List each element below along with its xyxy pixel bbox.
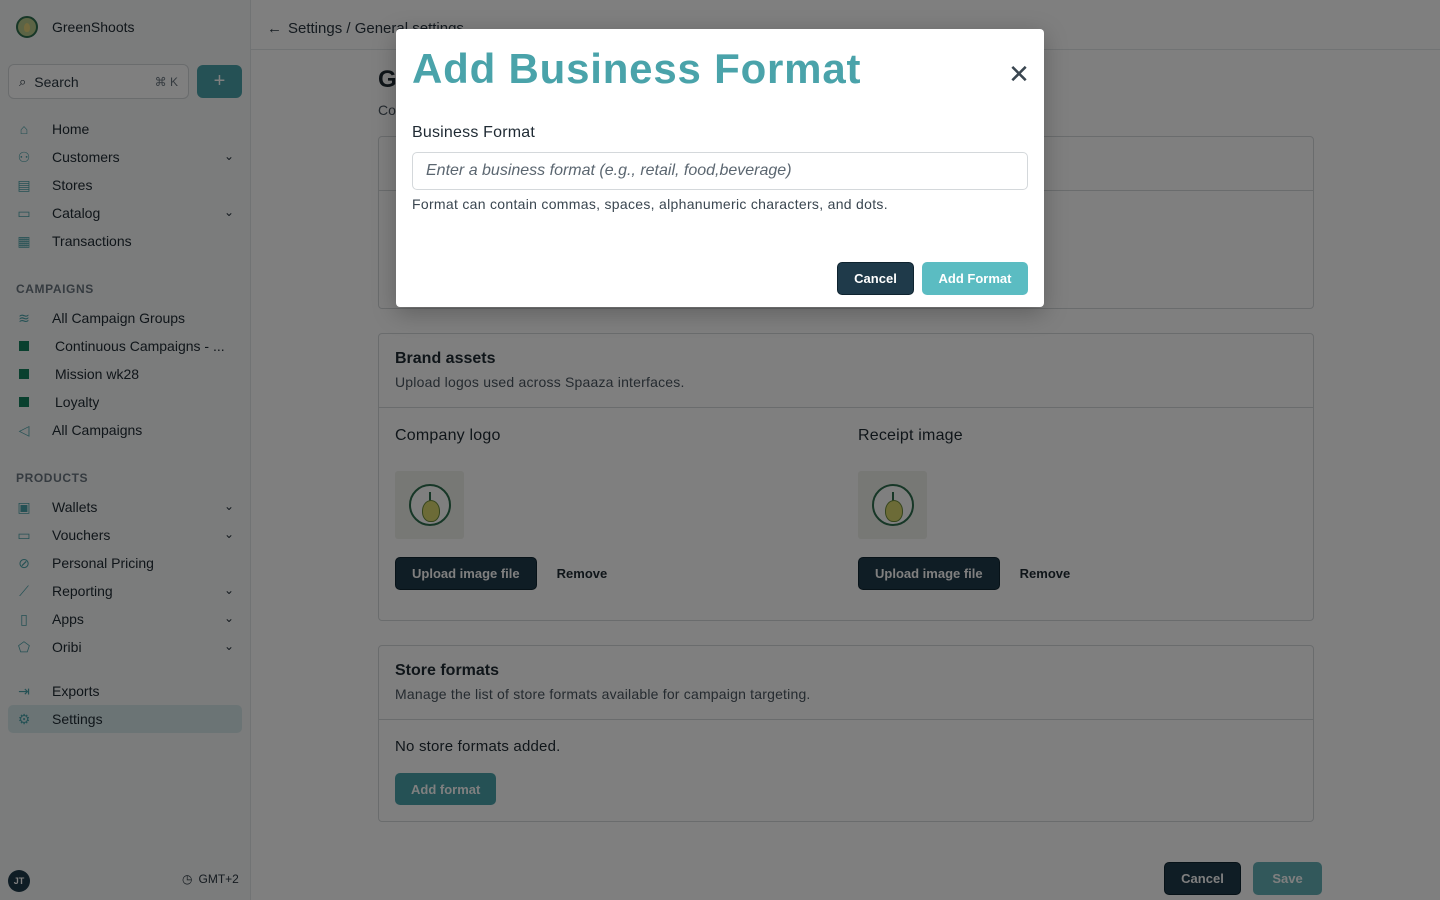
- business-format-input[interactable]: [412, 152, 1028, 190]
- close-icon[interactable]: ✕: [1008, 61, 1030, 87]
- add-format-button[interactable]: Add Format: [922, 262, 1028, 295]
- business-format-label: Business Format: [412, 124, 536, 141]
- business-format-help: Format can contain commas, spaces, alpha…: [412, 196, 888, 212]
- add-business-format-dialog: Add Business Format ✕ Business Format Fo…: [396, 29, 1044, 307]
- modal-cancel-button[interactable]: Cancel: [837, 262, 914, 295]
- modal-actions: Cancel Add Format: [837, 262, 1028, 295]
- modal-title: Add Business Format: [412, 45, 862, 92]
